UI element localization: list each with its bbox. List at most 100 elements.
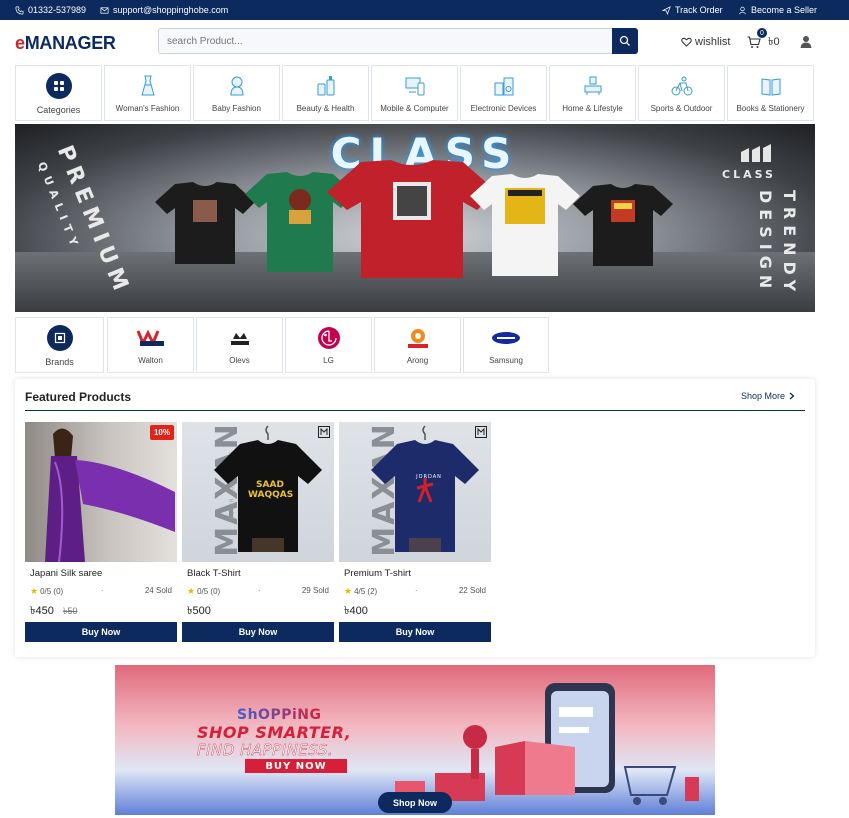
promo-brand: ShOPPiNG xyxy=(237,707,321,723)
phone-number: 01332-537989 xyxy=(28,5,87,15)
tshirt-white-image xyxy=(470,174,580,276)
search-icon xyxy=(619,35,630,46)
promo-brand-text: ShOPPiNG xyxy=(237,707,322,723)
become-seller-label: Become a Seller xyxy=(751,5,818,15)
top-bar: 01332-537989 support@shoppinghobe.com Tr… xyxy=(0,0,849,20)
hero-design-text: DESIGN xyxy=(756,190,775,295)
sports-icon xyxy=(671,76,692,96)
category-tile-books-stationery[interactable]: Books & Stationery xyxy=(727,65,814,121)
star-icon: ★ xyxy=(30,586,39,596)
category-label: Home & Lifestyle xyxy=(562,104,623,113)
arong-logo-icon xyxy=(407,329,428,348)
category-label: Books & Stationery xyxy=(736,104,805,113)
account-button[interactable] xyxy=(800,20,812,64)
star-icon: ★ xyxy=(187,586,196,596)
heart-icon xyxy=(681,37,692,47)
featured-title: Featured Products xyxy=(25,390,132,404)
category-tile-sports-outdoor[interactable]: Sports & Outdoor xyxy=(638,65,725,121)
buy-now-button[interactable]: Buy Now xyxy=(25,622,177,642)
product-name[interactable]: Black T-Shirt xyxy=(187,568,241,579)
brand-label: LG xyxy=(323,356,334,365)
brand-tile-samsung[interactable]: Samsung xyxy=(463,317,549,373)
separator-dot: . xyxy=(101,583,104,593)
site-header: eMANAGER wishlist ৳0 0 xyxy=(0,20,849,64)
wishlist-label: wishlist xyxy=(695,36,731,48)
walton-logo-icon xyxy=(136,329,164,347)
become-seller-link[interactable]: Become a Seller xyxy=(738,0,817,20)
buy-now-button[interactable]: Buy Now xyxy=(182,622,334,642)
olevs-logo-icon xyxy=(230,333,249,345)
product-card[interactable]: MAXAN JORDAN Premium T-shirt ★ 4/5 (2) .… xyxy=(339,422,491,642)
shirt-print-text: JORDAN xyxy=(416,474,442,480)
promo-headline-2: FIND HAPPINESS. xyxy=(197,741,334,759)
search-button[interactable] xyxy=(612,28,638,54)
email-address: support@shoppinghobe.com xyxy=(113,5,229,15)
brand-tile-walton[interactable]: Walton xyxy=(107,317,194,373)
account-icon xyxy=(800,36,812,48)
sold-count: 22 Sold xyxy=(458,586,486,595)
grid-icon xyxy=(45,73,72,99)
separator-dot: . xyxy=(258,583,261,593)
category-tile-baby-fashion[interactable]: Baby Fashion xyxy=(193,65,280,121)
category-tile-womens-fashion[interactable]: Woman's Fashion xyxy=(104,65,191,121)
brand-tile-lg[interactable]: LG xyxy=(285,317,372,373)
rating-text: 0/5 (0) xyxy=(40,587,64,596)
separator-dot: . xyxy=(415,583,418,593)
brand-tile-olevs[interactable]: Olevs xyxy=(196,317,283,373)
brand-tile-arong[interactable]: Arong xyxy=(374,317,461,373)
category-label: Categories xyxy=(36,105,81,115)
tshirt-black-image xyxy=(155,182,255,264)
mail-icon xyxy=(100,6,109,14)
promo-banner[interactable]: ShOPPiNG SHOP SMARTER, FIND HAPPINESS. B… xyxy=(115,665,715,815)
user-icon xyxy=(739,6,746,14)
product-image-saree[interactable]: 10% xyxy=(25,422,177,562)
navy-tshirt-illustration xyxy=(371,425,479,552)
cart-count-badge: 0 xyxy=(757,28,767,38)
category-tile-home-lifestyle[interactable]: Home & Lifestyle xyxy=(549,65,636,121)
phone-contact[interactable]: 01332-537989 xyxy=(15,0,86,20)
product-price: ৳500 xyxy=(187,605,211,617)
logo-e: e xyxy=(15,32,25,53)
tshirt-black-right-image xyxy=(573,184,673,266)
product-name[interactable]: Japani Silk saree xyxy=(30,568,102,579)
track-order-link[interactable]: Track Order xyxy=(662,0,723,20)
search-input[interactable] xyxy=(158,28,612,54)
wishlist-link[interactable]: wishlist xyxy=(681,20,730,64)
section-divider xyxy=(25,410,805,411)
discount-badge: 10% xyxy=(150,425,174,440)
electronics-icon xyxy=(494,77,513,96)
category-label: Beauty & Health xyxy=(296,104,355,113)
product-card[interactable]: MAXAN NEVER COMPROMISE SAAD WAQQAS Black… xyxy=(182,422,334,642)
beauty-icon xyxy=(317,76,334,96)
site-logo[interactable]: e MANAGER xyxy=(15,32,116,54)
buy-now-button[interactable]: Buy Now xyxy=(339,622,491,642)
shop-now-button[interactable]: Shop Now xyxy=(378,792,452,813)
shop-more-link[interactable]: Shop More xyxy=(741,391,795,401)
product-name[interactable]: Premium T-shirt xyxy=(344,568,411,579)
category-tile-all[interactable]: Categories xyxy=(15,65,102,121)
product-image-black-tshirt[interactable]: MAXAN NEVER COMPROMISE SAAD WAQQAS xyxy=(182,422,334,562)
class-logo-icon xyxy=(741,144,771,162)
email-contact[interactable]: support@shoppinghobe.com xyxy=(100,0,228,20)
phone-icon xyxy=(15,6,24,14)
product-card[interactable]: 10% Japani Silk saree ★ 0/5 (0) . 24 Sol… xyxy=(25,422,177,642)
brand-tile-all[interactable]: Brands xyxy=(15,317,104,373)
category-label: Electronic Devices xyxy=(470,104,537,113)
promo-buy-now-label[interactable]: BUY NOW xyxy=(245,759,347,773)
category-tile-electronic-devices[interactable]: Electronic Devices xyxy=(460,65,547,121)
cart-total: ৳0 xyxy=(768,35,780,48)
category-tile-mobile-computer[interactable]: Mobile & Computer xyxy=(371,65,458,121)
search-bar xyxy=(158,28,638,54)
track-order-label: Track Order xyxy=(675,5,723,15)
product-image-premium-tshirt[interactable]: MAXAN JORDAN xyxy=(339,422,491,562)
cart-button[interactable]: ৳0 xyxy=(747,20,780,64)
star-icon: ★ xyxy=(344,586,353,596)
devices-icon xyxy=(405,77,424,96)
brand-label: Arong xyxy=(406,356,429,365)
hero-banner[interactable]: CLASS PREMIUM QUALITY CLASS TRENDY DESIG… xyxy=(15,124,815,312)
brand-label: Walton xyxy=(138,356,163,365)
category-tile-beauty-health[interactable]: Beauty & Health xyxy=(282,65,369,121)
brand-label: Samsung xyxy=(489,356,523,365)
chevron-right-icon xyxy=(789,392,795,400)
book-icon xyxy=(761,78,780,96)
